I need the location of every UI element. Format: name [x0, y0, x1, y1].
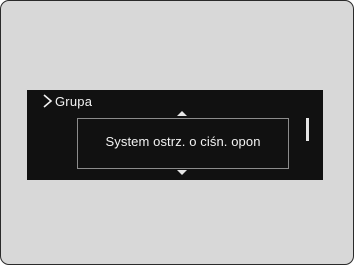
menu-header[interactable]: Grupa — [42, 93, 92, 109]
figure-frame: Grupa System ostrz. o ciśn. opon — [0, 0, 354, 265]
scrollbar[interactable] — [306, 118, 309, 141]
arrow-up-icon[interactable] — [177, 111, 187, 116]
menu-item-label: System ostrz. o ciśn. opon — [105, 134, 261, 149]
display-screen: Grupa System ostrz. o ciśn. opon — [27, 90, 323, 180]
arrow-down-icon[interactable] — [177, 170, 187, 175]
menu-item-selected[interactable]: System ostrz. o ciśn. opon — [77, 118, 289, 169]
chevron-right-icon — [42, 94, 53, 108]
menu-header-title: Grupa — [55, 93, 93, 109]
